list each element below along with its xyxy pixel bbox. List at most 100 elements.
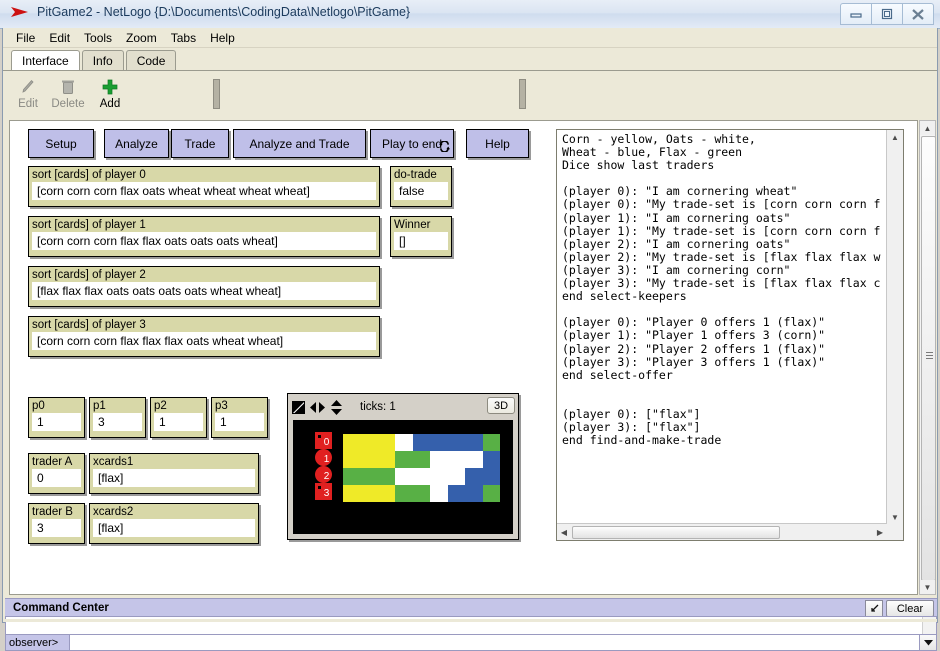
scrollbar-corner <box>887 524 903 540</box>
output-widget[interactable]: Corn - yellow, Oats - white, Wheat - blu… <box>556 129 904 541</box>
analyze-button[interactable]: Analyze <box>104 129 169 158</box>
monitor-player-1[interactable]: sort [cards] of player 1 [corn corn corn… <box>28 216 380 257</box>
three-d-label: 3D <box>494 400 508 412</box>
maximize-icon[interactable] <box>871 3 903 25</box>
output-vertical-scrollbar[interactable]: ▲ ▼ <box>886 130 903 524</box>
patch-cell <box>413 468 430 485</box>
trade-button[interactable]: Trade <box>171 129 229 158</box>
monitor-label: do-trade <box>394 168 448 182</box>
monitor-value: 3 <box>93 413 142 431</box>
player-dice-2: 2 <box>315 466 332 483</box>
monitor-player-0[interactable]: sort [cards] of player 0 [corn corn corn… <box>28 166 380 207</box>
expand-icon[interactable] <box>865 600 883 617</box>
wrap-horizontal-icon[interactable] <box>310 400 325 414</box>
add-button[interactable]: Add <box>89 76 131 114</box>
monitor-p3[interactable]: p3 1 <box>211 397 268 438</box>
output-text: Corn - yellow, Oats - white, Wheat - blu… <box>562 133 887 447</box>
monitor-value: [] <box>394 232 448 250</box>
tab-code[interactable]: Code <box>126 50 177 71</box>
three-d-button[interactable]: 3D <box>487 397 515 414</box>
wrap-both-icon[interactable] <box>291 400 306 414</box>
tab-strip: Interface Info Code <box>3 48 937 70</box>
scroll-down-icon[interactable]: ▼ <box>887 510 903 524</box>
window-controls <box>841 3 934 25</box>
minimize-icon[interactable] <box>840 3 872 25</box>
menu-help[interactable]: Help <box>203 29 242 47</box>
window-client-area: File Edit Tools Zoom Tabs Help Interface… <box>2 28 938 623</box>
monitor-player-3[interactable]: sort [cards] of player 3 [corn corn corn… <box>28 316 380 357</box>
scroll-right-icon[interactable]: ▶ <box>873 524 887 540</box>
patch-cell <box>378 451 395 468</box>
monitor-do-trade[interactable]: do-trade false <box>390 166 452 207</box>
monitor-trader-b[interactable]: trader B 3 <box>28 503 85 544</box>
monitor-p1[interactable]: p1 3 <box>89 397 146 438</box>
patch-cell <box>378 434 395 451</box>
patch-cell <box>395 485 412 502</box>
play-to-end-button[interactable]: Play to end <box>370 129 454 158</box>
close-icon[interactable] <box>902 3 934 25</box>
menu-tools[interactable]: Tools <box>77 29 119 47</box>
scroll-left-icon[interactable]: ◀ <box>557 524 571 540</box>
setup-button[interactable]: Setup <box>28 129 94 158</box>
wrap-vertical-icon[interactable] <box>329 400 344 414</box>
command-center-title: Command Center <box>13 602 109 614</box>
patch-cell <box>360 434 377 451</box>
interface-vertical-scrollbar[interactable]: ▲ ▼ <box>919 120 936 595</box>
status-line <box>3 619 937 622</box>
monitor-winner[interactable]: Winner [] <box>390 216 452 257</box>
menu-edit[interactable]: Edit <box>42 29 77 47</box>
monitor-value: 1 <box>215 413 264 431</box>
patch-cell <box>343 451 360 468</box>
tab-info[interactable]: Info <box>82 50 124 71</box>
view-header: ticks: 1 <box>291 397 515 417</box>
iface-scroll-thumb[interactable] <box>921 136 936 581</box>
patch-cell <box>465 468 482 485</box>
patch-cell <box>430 434 447 451</box>
monitor-p0[interactable]: p0 1 <box>28 397 85 438</box>
monitor-label: p2 <box>154 399 203 413</box>
monitor-player-2[interactable]: sort [cards] of player 2 [flax flax flax… <box>28 266 380 307</box>
pencil-icon <box>19 76 37 98</box>
delete-button[interactable]: Delete <box>47 76 89 114</box>
menu-file[interactable]: File <box>9 29 42 47</box>
edit-button[interactable]: Edit <box>7 76 49 114</box>
player-dice-0: 0 <box>315 432 332 449</box>
clear-button[interactable]: Clear <box>886 600 934 617</box>
menu-tabs[interactable]: Tabs <box>164 29 203 47</box>
command-input[interactable] <box>69 634 920 651</box>
help-button[interactable]: Help <box>466 129 529 158</box>
dice-label: 1 <box>324 454 330 465</box>
window-title: PitGame2 - NetLogo {D:\Documents\CodingD… <box>37 5 410 19</box>
plus-icon <box>101 76 119 98</box>
output-horizontal-scrollbar[interactable]: ◀ ▶ <box>557 523 887 540</box>
monitor-xcards1[interactable]: xcards1 [flax] <box>89 453 259 494</box>
patch-cell <box>413 434 430 451</box>
edit-label: Edit <box>18 98 38 110</box>
analyze-and-trade-label: Analyze and Trade <box>249 137 349 151</box>
command-history-dropdown[interactable] <box>920 634 937 651</box>
patch-cell <box>465 434 482 451</box>
analyze-and-trade-button[interactable]: Analyze and Trade <box>233 129 366 158</box>
world-canvas[interactable]: 0123 <box>293 420 513 534</box>
monitor-trader-a[interactable]: trader A 0 <box>28 453 85 494</box>
scroll-up-icon[interactable]: ▲ <box>887 130 903 144</box>
patch-cell <box>448 434 465 451</box>
patch-cell <box>343 468 360 485</box>
clear-label: Clear <box>897 603 923 615</box>
interface-canvas: Setup Analyze Trade Analyze and Trade Pl… <box>9 120 918 595</box>
dice-pip-icon <box>318 435 321 438</box>
play-to-end-label: Play to end <box>382 137 442 151</box>
scroll-down-icon[interactable]: ▼ <box>920 580 935 594</box>
interface-toolbar: Edit Delete Add ᵃᵇᶜ Button <box>3 70 937 117</box>
monitor-value: [corn corn corn flax flax flax oats whea… <box>32 332 376 350</box>
monitor-xcards2[interactable]: xcards2 [flax] <box>89 503 259 544</box>
monitor-p2[interactable]: p2 1 <box>150 397 207 438</box>
netlogo-logo-icon <box>10 5 30 19</box>
tab-interface[interactable]: Interface <box>11 50 80 72</box>
analyze-label: Analyze <box>115 137 158 151</box>
scroll-up-icon[interactable]: ▲ <box>920 121 935 135</box>
menu-zoom[interactable]: Zoom <box>119 29 164 47</box>
hscroll-thumb[interactable] <box>572 526 780 539</box>
dice-pip-icon <box>318 486 321 489</box>
world-view-widget[interactable]: ticks: 1 3D 0123 <box>287 393 519 540</box>
